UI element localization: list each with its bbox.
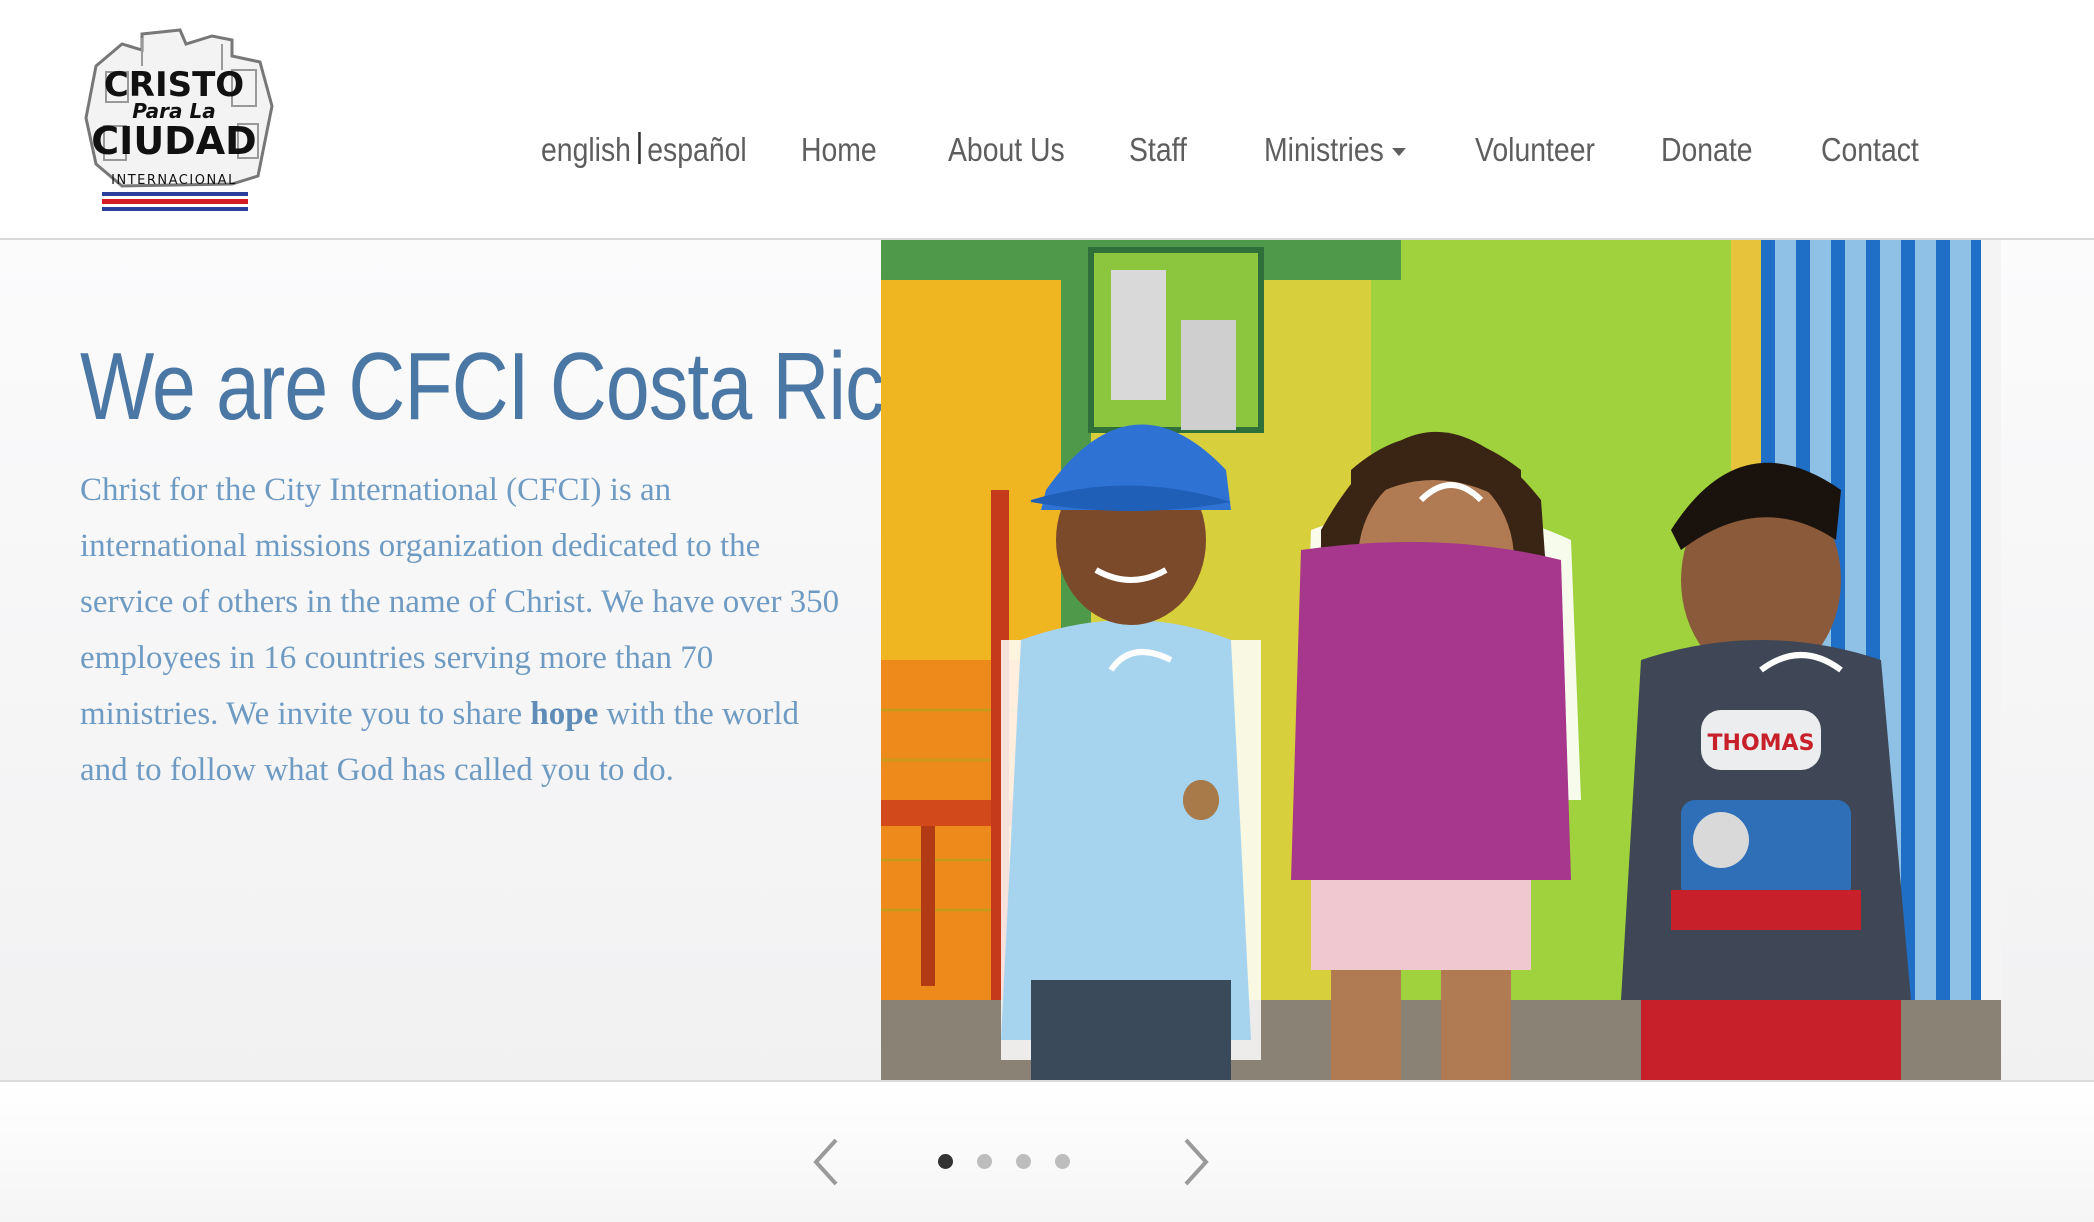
hero-description: Christ for the City International (CFCI)… [80,462,840,798]
carousel-dot-3[interactable] [1016,1154,1031,1169]
nav-home[interactable]: Home [801,120,877,180]
hero-slide: We are CFCI Costa Rica Christ for the Ci… [0,240,2094,1080]
chevron-right-icon[interactable] [1174,1134,1214,1190]
shirt-text: THOMAS [1708,731,1815,756]
language-switcher: english español [541,120,747,180]
nav-staff[interactable]: Staff [1129,120,1187,180]
hero-photo: THOMAS [881,240,2001,1080]
chevron-left-icon[interactable] [808,1134,848,1190]
site-header: CRISTO Para La CIUDAD INTERNACIONAL engl… [0,0,2094,240]
nav-ministries[interactable]: Ministries [1264,120,1407,180]
hero-text-part-1: Christ for the City International (CFCI)… [80,472,840,732]
carousel-dot-1[interactable] [938,1154,953,1169]
hero-title: We are CFCI Costa Rica [80,333,927,440]
lang-english[interactable]: english [541,131,631,168]
children-photo-illustration: THOMAS [881,240,2001,1080]
caret-down-icon [1392,148,1407,157]
lang-separator [637,132,641,164]
lang-spanish[interactable]: español [647,131,746,168]
nav-ministries-label: Ministries [1264,131,1384,168]
hero-text-hope: hope [530,696,599,732]
nav-contact[interactable]: Contact [1821,120,1919,180]
carousel-dot-4[interactable] [1055,1154,1070,1169]
nav-volunteer[interactable]: Volunteer [1475,120,1595,180]
nav-donate[interactable]: Donate [1661,120,1753,180]
nav-about-us[interactable]: About Us [948,120,1065,180]
main-nav: english español Home About Us Staff Minis… [0,120,2094,180]
carousel-controls [0,1080,2094,1222]
carousel-dot-2[interactable] [977,1154,992,1169]
